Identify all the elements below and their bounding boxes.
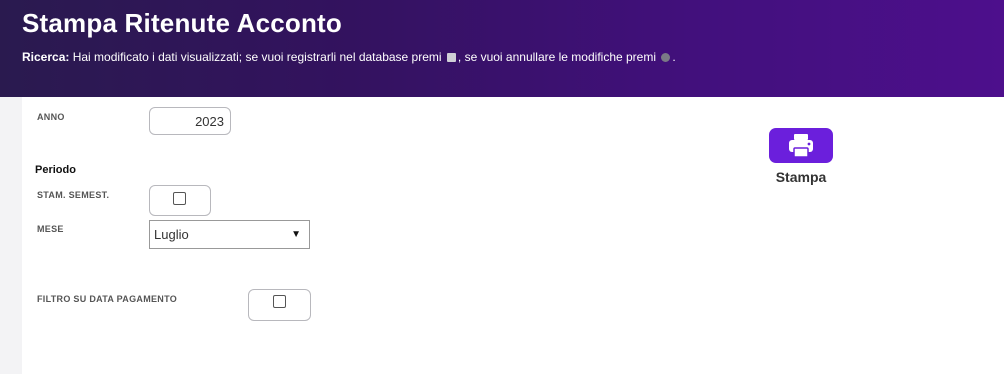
print-button-label[interactable]: Stampa <box>769 169 833 185</box>
form-panel: ANNO 2023 Periodo STAM. SEMEST. MESE Lug… <box>22 97 1004 374</box>
filtro-field <box>248 289 311 321</box>
stam-semest-label: STAM. SEMEST. <box>37 190 110 200</box>
info-text-2: , se vuoi annullare le modifiche premi <box>457 50 657 64</box>
mese-label: MESE <box>37 224 64 234</box>
periodo-section-title: Periodo <box>35 164 76 176</box>
info-prefix: Ricerca: <box>22 50 70 64</box>
stam-semest-field <box>149 185 211 216</box>
printer-icon <box>789 134 813 158</box>
anno-input[interactable]: 2023 <box>149 107 231 135</box>
mese-selected-value: Luglio <box>154 227 189 242</box>
undo-icon <box>661 53 671 63</box>
anno-label: ANNO <box>37 112 65 122</box>
page-title: Stampa Ritenute Acconto <box>22 8 343 38</box>
info-text-1: Hai modificato i dati visualizzati; se v… <box>72 50 442 64</box>
info-text-3: . <box>672 50 676 64</box>
mese-select[interactable]: Luglio ▼ <box>149 220 310 249</box>
dropdown-arrow-icon: ▼ <box>291 229 301 240</box>
stam-semest-checkbox[interactable] <box>173 192 186 205</box>
page-header: Stampa Ritenute Acconto Ricerca: Hai mod… <box>0 0 1004 104</box>
filtro-label: FILTRO SU DATA PAGAMENTO <box>37 294 178 304</box>
print-button[interactable] <box>769 128 833 163</box>
left-margin <box>0 97 22 374</box>
info-message: Ricerca: Hai modificato i dati visualizz… <box>22 50 676 64</box>
filtro-checkbox[interactable] <box>273 295 286 308</box>
save-icon <box>446 53 456 63</box>
